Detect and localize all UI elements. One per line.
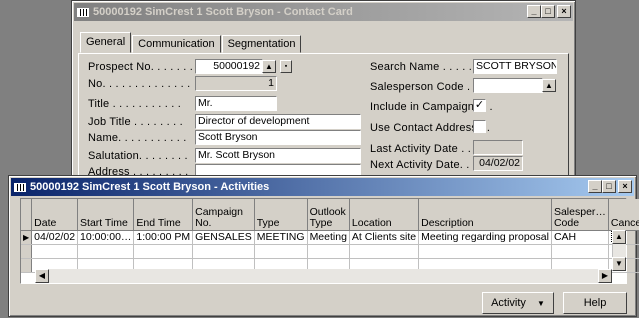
column-header-start-time[interactable]: Start Time bbox=[77, 199, 135, 231]
job-title-label: Job Title . . . . . . . . bbox=[88, 116, 183, 128]
no-label: No. . . . . . . . . . . . . . bbox=[88, 78, 191, 90]
activities-titlebar[interactable]: 50000192 SimCrest 1 Scott Bryson - Activ… bbox=[11, 178, 634, 196]
salesperson-code-field[interactable] bbox=[473, 78, 543, 93]
tab-general[interactable]: General bbox=[80, 32, 132, 53]
salesperson-code-lookup-button[interactable]: ▲ bbox=[542, 79, 556, 92]
help-button[interactable]: Help bbox=[563, 292, 627, 314]
scroll-down-button[interactable]: ▼ bbox=[612, 257, 626, 271]
contact-card-tabs: General Communication Segmentation bbox=[80, 32, 302, 53]
cell-description[interactable]: Meeting regarding proposal bbox=[418, 230, 552, 245]
scroll-up-button[interactable]: ▲ bbox=[612, 230, 626, 244]
column-header-salesperson-code[interactable]: Salesper… Code bbox=[551, 199, 609, 231]
title-label: Title . . . . . . . . . . . bbox=[88, 98, 182, 110]
activity-menu-button[interactable]: Activity ▼ bbox=[482, 292, 554, 314]
table-header-row: Date Start Time End Time Campaign No. Ty… bbox=[21, 199, 639, 231]
maximize-button[interactable]: □ bbox=[602, 180, 616, 193]
search-name-field[interactable]: SCOTT BRYSON bbox=[473, 59, 557, 74]
column-header-end-time[interactable]: End Time bbox=[133, 199, 194, 231]
cell-type[interactable]: MEETING bbox=[254, 230, 308, 245]
close-button[interactable]: × bbox=[618, 180, 632, 193]
name-label: Name. . . . . . . . . . . bbox=[88, 132, 187, 144]
search-name-label: Search Name . . . . . . . bbox=[370, 61, 486, 73]
horizontal-scrollbar[interactable]: ◀ ▶ bbox=[35, 269, 612, 283]
row-marker[interactable] bbox=[21, 258, 33, 273]
column-header-date[interactable]: Date bbox=[31, 199, 79, 231]
close-button[interactable]: × bbox=[557, 5, 571, 18]
prospect-no-assist-button[interactable]: ▪ bbox=[280, 60, 292, 73]
chevron-down-icon: ▼ bbox=[536, 299, 545, 308]
minimize-button[interactable]: _ bbox=[527, 5, 541, 18]
contact-card-titlebar[interactable]: 50000192 SimCrest 1 Scott Bryson - Conta… bbox=[74, 3, 573, 21]
salesperson-code-label: Salesperson Code . . . . bbox=[370, 81, 490, 93]
salutation-label: Salutation. . . . . . . . bbox=[88, 150, 188, 162]
cell-salesperson-code[interactable]: CAH bbox=[551, 230, 609, 245]
salutation-field[interactable]: Mr. Scott Bryson bbox=[195, 148, 361, 163]
row-selector-header bbox=[21, 199, 33, 231]
cell-start-time[interactable]: 10:00:00… bbox=[77, 230, 135, 245]
column-header-type[interactable]: Type bbox=[254, 199, 308, 231]
prospect-no-lookup-button[interactable]: ▲ bbox=[262, 60, 276, 73]
column-header-location[interactable]: Location bbox=[349, 199, 420, 231]
cell-outlook-type[interactable]: Meeting bbox=[307, 230, 350, 245]
activities-table: Date Start Time End Time Campaign No. Ty… bbox=[21, 199, 639, 273]
prospect-no-field[interactable]: 50000192 bbox=[195, 59, 263, 74]
last-activity-date-field bbox=[473, 140, 523, 155]
activities-grid: Date Start Time End Time Campaign No. Ty… bbox=[20, 198, 639, 284]
column-header-outlook-type[interactable]: Outlook Type bbox=[307, 199, 350, 231]
last-activity-date-label: Last Activity Date . . . . bbox=[370, 143, 485, 155]
cell-location[interactable]: At Clients site bbox=[349, 230, 420, 245]
vertical-scrollbar[interactable]: ▲ ▼ bbox=[612, 230, 626, 271]
column-header-campaign-no[interactable]: Campaign No. bbox=[192, 199, 255, 231]
column-header-description[interactable]: Description bbox=[418, 199, 552, 231]
cell-campaign-no[interactable]: GENSALES bbox=[192, 230, 255, 245]
name-field[interactable]: Scott Bryson bbox=[195, 130, 361, 145]
next-activity-date-field: 04/02/02 bbox=[473, 156, 523, 171]
activities-title: 50000192 SimCrest 1 Scott Bryson - Activ… bbox=[30, 181, 270, 193]
window-app-icon bbox=[77, 7, 89, 17]
contact-card-title: 50000192 SimCrest 1 Scott Bryson - Conta… bbox=[93, 6, 353, 18]
window-app-icon bbox=[14, 182, 26, 192]
table-row[interactable] bbox=[21, 244, 639, 259]
prospect-no-label: Prospect No. . . . . . . . bbox=[88, 61, 200, 73]
column-header-canceled[interactable]: Canceled bbox=[608, 199, 639, 231]
use-contact-address-checkbox[interactable] bbox=[473, 120, 486, 133]
next-activity-date-label: Next Activity Date. . . . bbox=[370, 159, 483, 171]
maximize-button[interactable]: □ bbox=[541, 5, 555, 18]
job-title-field[interactable]: Director of development bbox=[195, 114, 361, 129]
scroll-right-button[interactable]: ▶ bbox=[598, 269, 612, 283]
minimize-button[interactable]: _ bbox=[588, 180, 602, 193]
activity-button-label: Activity bbox=[491, 297, 526, 309]
cell-end-time[interactable]: 1:00:00 PM bbox=[133, 230, 194, 245]
scroll-left-button[interactable]: ◀ bbox=[35, 269, 49, 283]
row-marker[interactable]: ▶ bbox=[21, 230, 33, 245]
no-field: 1 bbox=[195, 76, 277, 91]
tab-communication[interactable]: Communication bbox=[132, 35, 221, 53]
title-field[interactable]: Mr. bbox=[195, 96, 277, 111]
cell-date[interactable]: 04/02/02 bbox=[31, 230, 79, 245]
row-marker[interactable] bbox=[21, 244, 33, 259]
tab-segmentation[interactable]: Segmentation bbox=[221, 35, 302, 53]
include-in-campaigns-checkbox[interactable]: ✓ bbox=[473, 99, 486, 112]
table-row[interactable]: ▶ 04/02/02 10:00:00… 1:00:00 PM GENSALES… bbox=[21, 230, 639, 245]
